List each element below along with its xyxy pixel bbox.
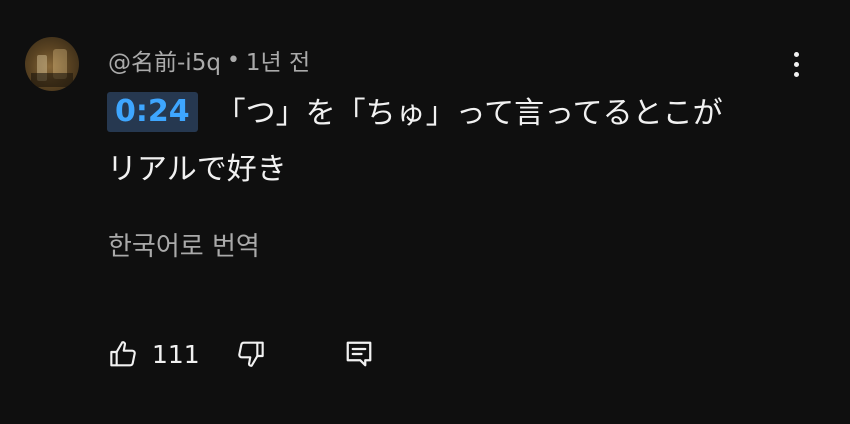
like-button[interactable] [108,338,140,370]
thumbs-up-icon [110,341,136,367]
reply-comment-icon [346,341,372,367]
more-vert-icon [793,51,799,77]
comment-text-line1: 「つ」を「ちゅ」って言ってるとこが [215,96,723,131]
comment-header: @名前-i5q • 1년 전 [108,43,310,77]
timestamp-link[interactable]: 0:24 [107,92,198,132]
comment-body: 0:24 「つ」を「ちゅ」って言ってるとこが リアルで好き [107,86,827,198]
thumbs-down-icon [237,341,264,367]
author-name[interactable]: @名前-i5q [108,43,221,77]
reply-button[interactable] [344,338,374,370]
translate-button[interactable]: 한국어로 번역 [108,226,260,263]
comment-actions: 111 [108,334,374,374]
comment-thread: @名前-i5q • 1년 전 0:24 「つ」を「ちゅ」って言ってるとこが リアル… [0,0,850,424]
like-count: 111 [152,339,200,369]
dislike-button[interactable] [234,338,266,370]
avatar[interactable] [25,37,79,91]
separator-dot: • [226,47,240,73]
more-options-button[interactable] [780,46,812,82]
comment-time[interactable]: 1년 전 [246,43,310,77]
comment-text-line2: リアルで好き [107,152,287,187]
